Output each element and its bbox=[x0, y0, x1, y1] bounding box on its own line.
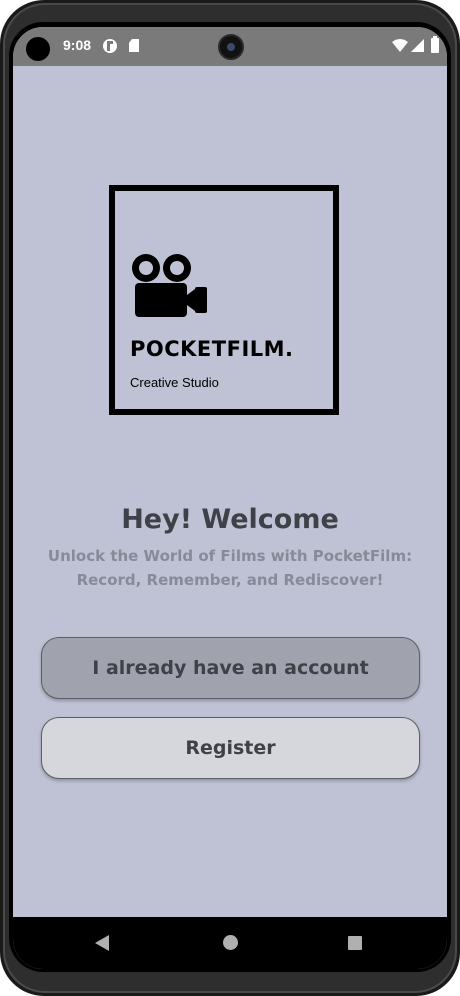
welcome-subtitle-line-2: Record, Remember, and Rediscover! bbox=[76, 571, 384, 589]
welcome-subtitle-line-1: Unlock the World of Films with PocketFil… bbox=[47, 547, 413, 565]
back-icon[interactable] bbox=[95, 935, 109, 951]
welcome-title: Hey! Welcome bbox=[121, 504, 339, 535]
app-screen: 9:08 POCKETFILM. Creative Studio Hey! We… bbox=[13, 27, 447, 969]
f-notification-icon bbox=[103, 39, 117, 53]
register-button-label: Register bbox=[185, 737, 276, 759]
wifi-icon bbox=[392, 39, 408, 52]
logo-name: POCKETFILM. bbox=[130, 337, 294, 361]
status-bar: 9:08 bbox=[13, 27, 447, 66]
register-button[interactable]: Register bbox=[41, 717, 420, 779]
front-camera bbox=[218, 34, 244, 60]
sd-card-icon bbox=[129, 39, 139, 52]
welcome-subtitle: Unlock the World of Films with PocketFil… bbox=[33, 544, 427, 592]
punch-hole bbox=[26, 37, 50, 61]
pocketfilm-logo: POCKETFILM. Creative Studio bbox=[109, 185, 339, 415]
login-button-label: I already have an account bbox=[92, 657, 369, 679]
movie-camera-icon bbox=[132, 254, 207, 317]
recents-icon[interactable] bbox=[348, 936, 362, 950]
navigation-bar bbox=[13, 917, 447, 969]
home-icon[interactable] bbox=[223, 935, 238, 950]
signal-icon bbox=[411, 39, 424, 52]
logo-tagline: Creative Studio bbox=[130, 375, 219, 390]
login-button[interactable]: I already have an account bbox=[41, 637, 420, 699]
status-time: 9:08 bbox=[63, 37, 92, 53]
battery-icon bbox=[431, 36, 439, 53]
phone-frame: 9:08 POCKETFILM. Creative Studio Hey! We… bbox=[0, 0, 460, 996]
